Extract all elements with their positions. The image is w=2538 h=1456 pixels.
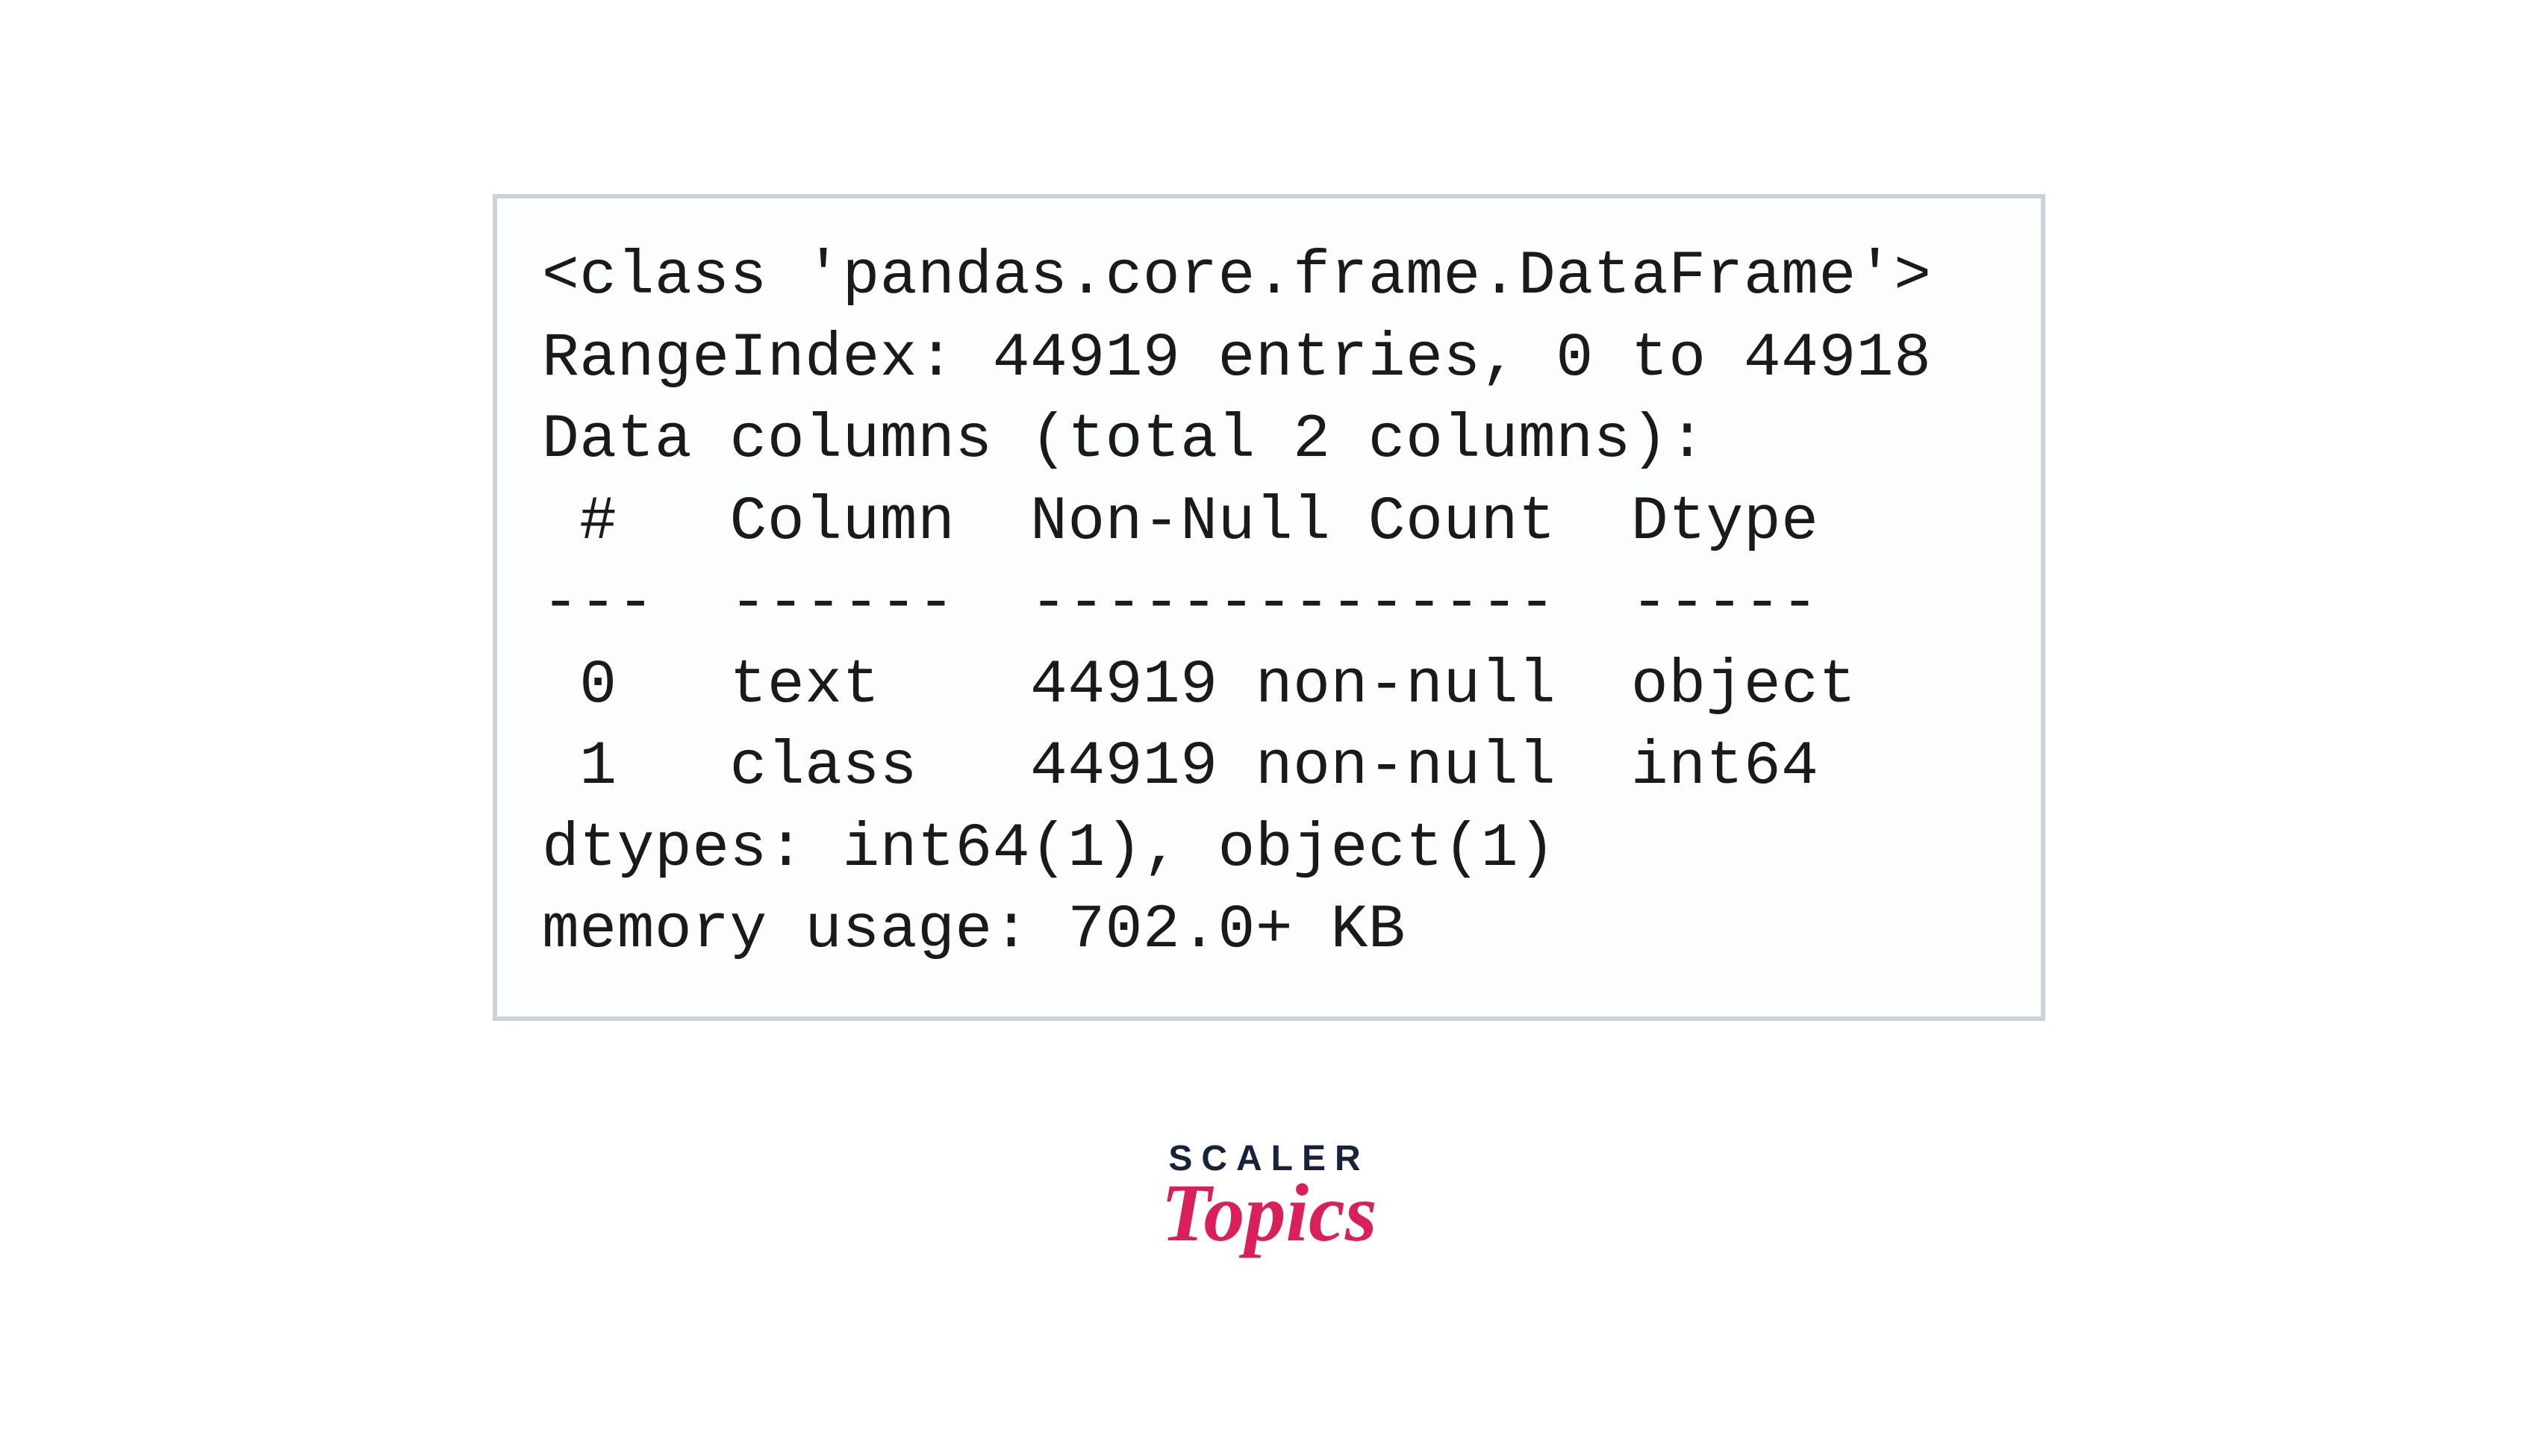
canvas: <class 'pandas.core.frame.DataFrame'> Ra…: [0, 0, 2538, 1456]
class-line: <class 'pandas.core.frame.DataFrame'>: [542, 241, 1931, 311]
header-row: # Column Non-Null Count Dtype: [542, 487, 1856, 557]
column-row-1: 1 class 44919 non-null int64: [542, 731, 1856, 802]
range-index-line: RangeIndex: 44919 entries, 0 to 44918: [542, 323, 1931, 393]
scaler-topics-logo: SCALER Topics: [1161, 1138, 1376, 1250]
divider-row: --- ------ -------------- -----: [542, 568, 1856, 638]
code-output-box: <class 'pandas.core.frame.DataFrame'> Ra…: [493, 194, 2045, 1021]
memory-line: memory usage: 702.0+ KB: [542, 895, 1406, 965]
logo-bottom-text: Topics: [1161, 1176, 1376, 1250]
data-columns-line: Data columns (total 2 columns):: [542, 404, 1706, 475]
code-output-text: <class 'pandas.core.frame.DataFrame'> Ra…: [542, 236, 1996, 972]
dtypes-line: dtypes: int64(1), object(1): [542, 813, 1556, 884]
column-row-0: 0 text 44919 non-null object: [542, 650, 1856, 720]
